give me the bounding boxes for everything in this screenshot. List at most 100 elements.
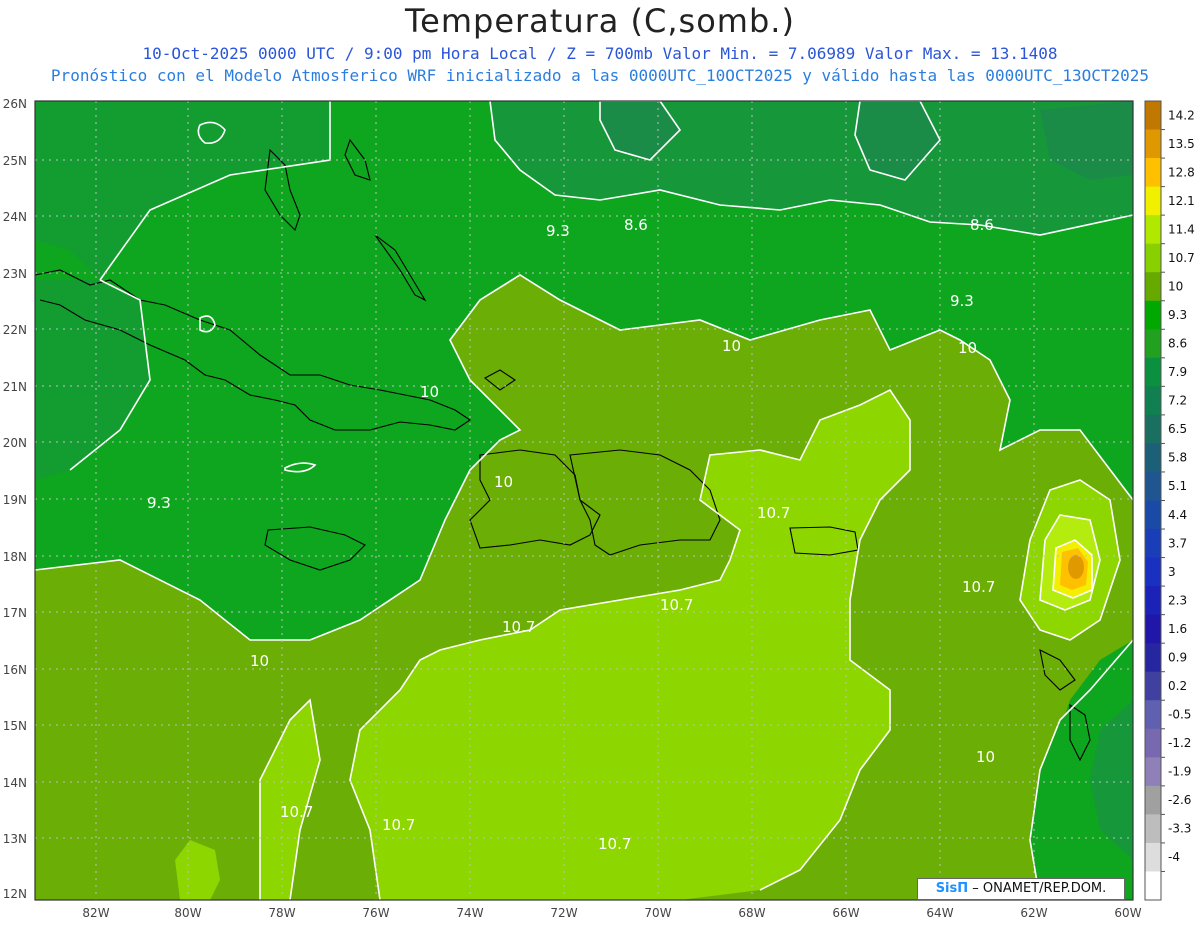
color-bar-swatch — [1145, 757, 1161, 787]
contour-label: 8.6 — [970, 216, 994, 234]
color-bar-label: -4 — [1168, 850, 1180, 864]
color-bar-label: 5.8 — [1168, 451, 1187, 465]
color-bar-label: 4.4 — [1168, 508, 1187, 522]
color-bar-swatch — [1145, 586, 1161, 616]
contour-label: 10 — [420, 383, 439, 401]
contour-label: 9.3 — [546, 222, 570, 240]
lat-label: 16N — [3, 663, 27, 677]
color-bar-swatch — [1145, 129, 1161, 159]
color-bar-label: 12.1 — [1168, 194, 1195, 208]
contour-label: 10 — [250, 652, 269, 670]
lon-axis: 82W 80W 78W 76W 74W 72W 70W 68W 66W 64W … — [82, 906, 1141, 920]
lat-label: 26N — [3, 97, 27, 111]
color-bar-label: -3.3 — [1168, 822, 1191, 836]
color-bar-label: -1.2 — [1168, 736, 1191, 750]
lon-label: 78W — [268, 906, 295, 920]
color-bar-swatch — [1145, 700, 1161, 730]
color-bar-label: -1.9 — [1168, 765, 1191, 779]
lon-label: 62W — [1020, 906, 1047, 920]
contour-label: 8.6 — [624, 216, 648, 234]
lat-label: 23N — [3, 267, 27, 281]
lon-label: 76W — [362, 906, 389, 920]
contour-label: 10 — [722, 337, 741, 355]
lat-label: 24N — [3, 210, 27, 224]
contour-label: 10.7 — [382, 816, 415, 834]
lat-label: 15N — [3, 719, 27, 733]
color-bar-swatch — [1145, 842, 1161, 873]
lat-label: 20N — [3, 436, 27, 450]
color-bar-swatch — [1145, 814, 1161, 844]
lon-label: 66W — [832, 906, 859, 920]
filled-contours — [35, 101, 1133, 900]
lat-label: 13N — [3, 832, 27, 846]
color-bar-swatch — [1145, 186, 1161, 216]
color-bar-label: 11.4 — [1168, 222, 1195, 236]
color-bar-swatch — [1145, 443, 1161, 473]
color-bar-label: 0.9 — [1168, 650, 1187, 664]
color-bar-label: 9.3 — [1168, 308, 1187, 322]
color-bar-label: -2.6 — [1168, 793, 1191, 807]
credit-text: – ONAMET/REP.DOM. — [972, 881, 1107, 896]
contour-label: 9.3 — [950, 292, 974, 310]
color-bar-swatch — [1145, 557, 1161, 587]
color-bar-label: 12.8 — [1168, 165, 1195, 179]
lon-label: 64W — [926, 906, 953, 920]
lat-label: 22N — [3, 323, 27, 337]
color-bar-swatch — [1145, 614, 1161, 644]
color-bar-swatch — [1145, 671, 1161, 701]
color-bar-swatch — [1145, 785, 1161, 815]
contour-label: 10.7 — [757, 504, 790, 522]
color-bar-swatch — [1145, 529, 1161, 559]
lat-label: 14N — [3, 776, 27, 790]
lon-label: 82W — [82, 906, 109, 920]
color-bar-swatch — [1145, 386, 1161, 416]
color-bar-swatch — [1145, 357, 1161, 387]
temperature-map: 9.3 8.6 8.6 9.3 10 10 10 9.3 10 10.7 10.… — [3, 97, 1195, 920]
lon-label: 74W — [456, 906, 483, 920]
color-bar-swatch — [1145, 871, 1161, 901]
color-bar-swatch — [1145, 471, 1161, 502]
color-bar-label: 6.5 — [1168, 422, 1187, 436]
lon-label: 72W — [550, 906, 577, 920]
color-bar-label: -0.5 — [1168, 708, 1191, 722]
lon-label: 70W — [644, 906, 671, 920]
contour-label: 10.7 — [660, 596, 693, 614]
color-bar-swatch — [1145, 158, 1161, 188]
color-bar-label: 10 — [1168, 279, 1183, 293]
color-bar-swatch — [1145, 728, 1161, 758]
credit-brand: SisΠ — [935, 881, 969, 896]
lon-label: 68W — [738, 906, 765, 920]
contour-label: 10.7 — [280, 803, 313, 821]
color-bar-swatch — [1145, 643, 1161, 673]
contour-label: 9.3 — [147, 494, 171, 512]
lon-label: 80W — [174, 906, 201, 920]
lat-label: 19N — [3, 493, 27, 507]
color-bar-swatch — [1145, 500, 1161, 530]
lat-axis: 26N 25N 24N 23N 22N 21N 20N 19N 18N 17N … — [3, 97, 27, 901]
contour-label: 10.7 — [962, 578, 995, 596]
color-bar-label: 7.9 — [1168, 365, 1187, 379]
lat-label: 17N — [3, 606, 27, 620]
color-bar: 14.2 13.5 12.8 12.1 11.4 10.7 10 9.3 8.6 7.9 7.2 6.… — [1144, 100, 1195, 901]
color-bar-swatch — [1145, 243, 1161, 273]
contour-label: 10 — [976, 748, 995, 766]
color-bar-label: 10.7 — [1168, 251, 1195, 265]
lat-label: 18N — [3, 550, 27, 564]
lon-label: 60W — [1114, 906, 1141, 920]
contour-label: 10 — [958, 339, 977, 357]
color-bar-swatch — [1145, 300, 1161, 330]
color-bar-label: 1.6 — [1168, 622, 1187, 636]
lat-label: 21N — [3, 380, 27, 394]
lat-label: 12N — [3, 887, 27, 901]
color-bar-swatch — [1145, 329, 1161, 359]
color-bar-swatch — [1145, 101, 1161, 131]
color-bar-label: 0.2 — [1168, 679, 1187, 693]
color-bar-swatch — [1145, 215, 1161, 245]
color-bar-label: 14.2 — [1168, 108, 1195, 122]
color-bar-label: 7.2 — [1168, 394, 1187, 408]
color-bar-swatch — [1145, 272, 1161, 302]
color-bar-label: 3.7 — [1168, 536, 1187, 550]
color-bar-swatch — [1145, 414, 1161, 445]
lat-label: 25N — [3, 154, 27, 168]
color-bar-label: 8.6 — [1168, 337, 1187, 351]
